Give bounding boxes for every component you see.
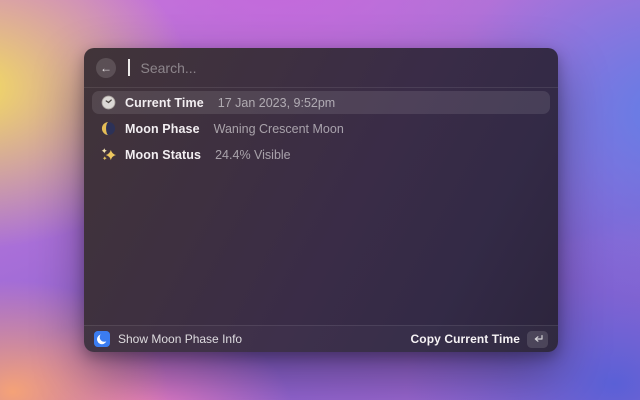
result-subtitle: 17 Jan 2023, 9:52pm xyxy=(218,96,335,110)
result-row-moon-status[interactable]: Moon Status 24.4% Visible xyxy=(92,143,550,166)
footer: Show Moon Phase Info Copy Current Time xyxy=(84,325,558,352)
result-title: Current Time xyxy=(125,96,204,110)
back-arrow-icon: ← xyxy=(100,62,112,74)
result-title: Moon Status xyxy=(125,148,201,162)
launcher-window: ← Current Time 17 Jan 2023, 9:52pm xyxy=(84,48,558,352)
search-bar: ← xyxy=(84,48,558,88)
text-caret xyxy=(128,59,130,76)
return-key-badge xyxy=(527,331,548,348)
back-button[interactable]: ← xyxy=(96,58,116,78)
result-subtitle: Waning Crescent Moon xyxy=(214,122,344,136)
sparkles-icon xyxy=(101,147,116,162)
moon-app-icon xyxy=(94,331,110,347)
copy-current-time-button[interactable]: Copy Current Time xyxy=(411,331,549,348)
result-row-moon-phase[interactable]: Moon Phase Waning Crescent Moon xyxy=(92,117,550,140)
desktop-background: { "search": { "placeholder": "Search..."… xyxy=(0,0,640,400)
footer-command-label: Show Moon Phase Info xyxy=(118,332,242,346)
return-key-icon xyxy=(532,333,544,345)
result-subtitle: 24.4% Visible xyxy=(215,148,291,162)
clock-icon xyxy=(101,95,116,110)
results-list: Current Time 17 Jan 2023, 9:52pm Moon Ph… xyxy=(84,88,558,250)
result-row-current-time[interactable]: Current Time 17 Jan 2023, 9:52pm xyxy=(92,91,550,114)
result-title: Moon Phase xyxy=(125,122,200,136)
search-input[interactable] xyxy=(141,60,547,76)
footer-action-label: Copy Current Time xyxy=(411,332,521,346)
moon-phase-icon xyxy=(101,121,116,136)
empty-area xyxy=(84,250,558,326)
